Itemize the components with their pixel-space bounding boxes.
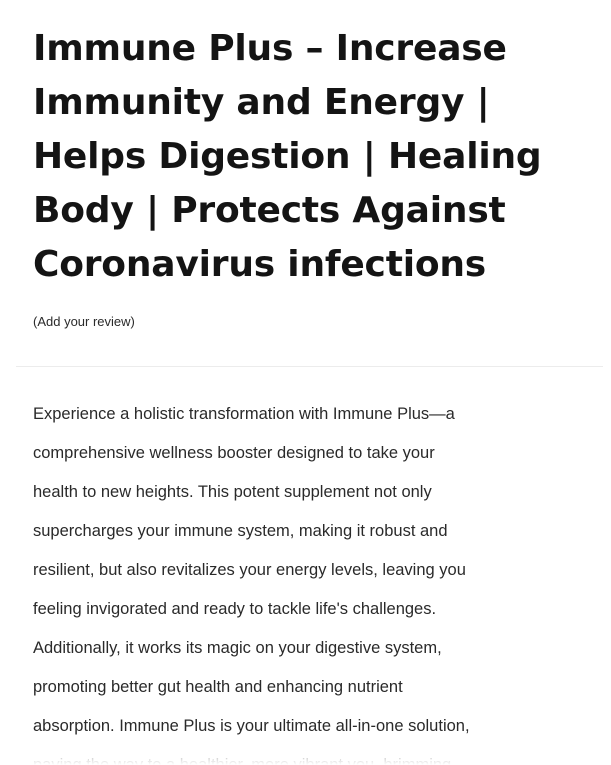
description-line: Additionally, it works its magic on your… (33, 639, 442, 657)
product-description: Experience a holistic transformation wit… (33, 395, 578, 765)
description-line: Experience a holistic transformation wit… (33, 405, 455, 423)
description-line: paving the way to a healthier, more vibr… (33, 756, 452, 765)
description-line: absorption. Immune Plus is your ultimate… (33, 717, 470, 735)
description-line: resilient, but also revitalizes your ene… (33, 561, 466, 579)
description-line: supercharges your immune system, making … (33, 522, 448, 540)
description-line: promoting better gut health and enhancin… (33, 678, 403, 696)
description-line: health to new heights. This potent suppl… (33, 483, 432, 501)
add-review-link[interactable]: (Add your review) (33, 313, 135, 331)
description-line: comprehensive wellness booster designed … (33, 444, 435, 462)
divider (16, 366, 603, 367)
description-line: feeling invigorated and ready to tackle … (33, 600, 437, 618)
product-page: Immune Plus – Increase Immunity and Ener… (0, 0, 611, 765)
product-title: Immune Plus – Increase Immunity and Ener… (33, 28, 542, 285)
